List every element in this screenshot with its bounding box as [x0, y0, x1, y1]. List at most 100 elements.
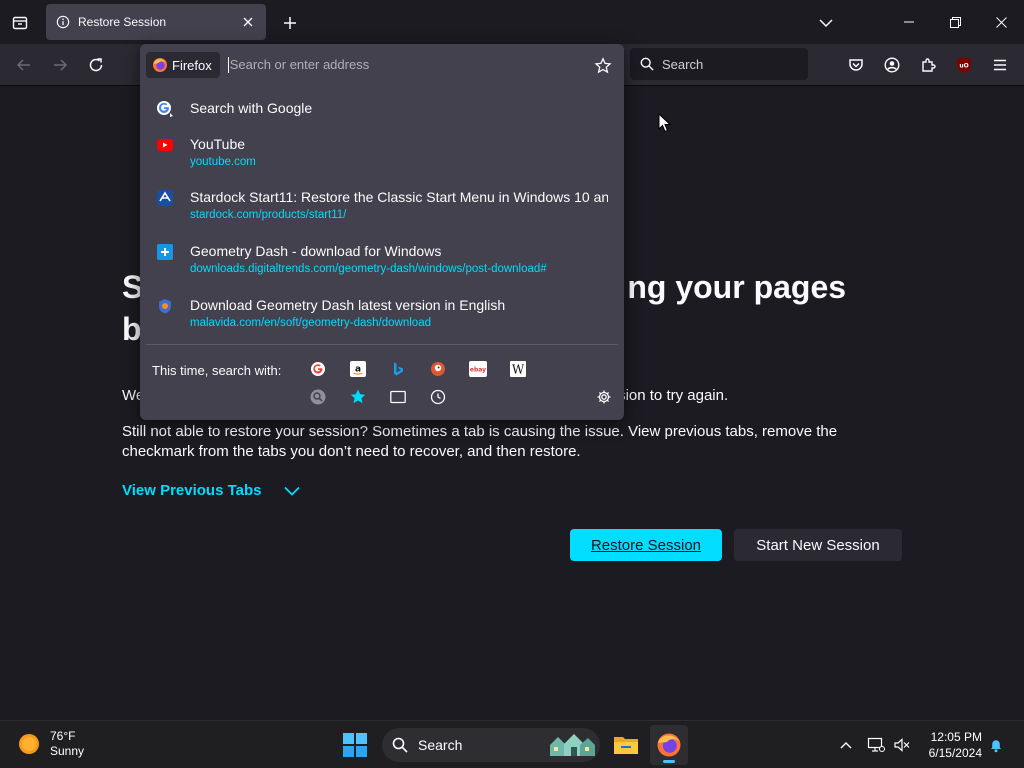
one-off-search-engine[interactable] — [308, 387, 328, 407]
restore-session-button[interactable]: Restore Session — [570, 529, 722, 561]
wikipedia-icon: W — [510, 361, 526, 377]
close-icon — [995, 16, 1007, 28]
result-title: YouTube — [190, 136, 246, 152]
page-title-part: ng your pages — [627, 269, 847, 305]
minimize-icon — [904, 21, 914, 23]
one-off-wikipedia[interactable]: W — [508, 359, 528, 379]
app-menu-button[interactable] — [986, 51, 1014, 79]
star-icon[interactable] — [594, 57, 612, 75]
firefox-taskbar-button[interactable] — [650, 725, 688, 765]
puzzle-icon — [922, 58, 936, 72]
firefox-logo-icon — [153, 58, 167, 72]
clock-date: 6/15/2024 — [928, 746, 982, 760]
search-icon — [392, 737, 408, 753]
tabs-icon — [390, 390, 406, 404]
urlbar-result[interactable]: Stardock Start11: Restore the Classic St… — [150, 189, 616, 225]
new-tab-button[interactable] — [276, 9, 304, 37]
one-off-duckduckgo[interactable] — [428, 359, 448, 379]
volume-muted-icon — [894, 738, 910, 752]
one-off-amazon[interactable]: a — [348, 359, 368, 379]
file-explorer-button[interactable] — [610, 729, 642, 761]
search-icon — [640, 57, 654, 71]
pocket-button[interactable] — [842, 51, 870, 79]
minimize-button[interactable] — [886, 0, 932, 44]
close-window-button[interactable] — [978, 0, 1024, 44]
search-settings-button[interactable] — [594, 387, 614, 407]
amazon-icon: a — [350, 361, 366, 377]
windows-start-icon[interactable] — [342, 732, 368, 758]
arrow-right-icon — [54, 59, 68, 71]
urlbar-result[interactable]: Search with Google — [150, 100, 616, 120]
network-status-button[interactable] — [866, 735, 886, 755]
one-off-google[interactable] — [308, 359, 328, 379]
identity-box[interactable]: Firefox — [146, 52, 220, 78]
google-search-icon — [157, 101, 173, 117]
firefox-view-button[interactable] — [6, 9, 34, 37]
taskbar-search[interactable]: Search — [382, 728, 600, 762]
urlbar-result[interactable]: Download Geometry Dash latest version in… — [150, 297, 616, 333]
clock-time: 12:05 PM — [930, 730, 982, 744]
one-off-ebay[interactable]: ebay — [468, 359, 488, 379]
chevron-down-icon — [283, 486, 300, 496]
one-off-bookmarks[interactable] — [348, 387, 368, 407]
start-new-session-button[interactable]: Start New Session — [734, 529, 902, 561]
urlbar-result[interactable]: YouTube youtube.com — [150, 136, 616, 172]
show-hidden-icons-button[interactable] — [836, 735, 856, 755]
urlbar[interactable]: Firefox Search or enter address — [146, 50, 618, 80]
tab-close-button[interactable] — [240, 14, 256, 30]
identity-label: Firefox — [172, 57, 212, 73]
tab-strip: Restore Session — [0, 0, 1024, 44]
one-off-history[interactable] — [428, 387, 448, 407]
svg-text:a: a — [355, 365, 361, 375]
taskbar-search-label: Search — [418, 737, 463, 753]
notifications-button[interactable] — [986, 735, 1006, 755]
address-input[interactable]: Search or enter address — [227, 57, 618, 73]
list-all-tabs-button[interactable] — [812, 9, 840, 37]
extensions-button[interactable] — [914, 51, 942, 79]
account-button[interactable] — [878, 51, 906, 79]
svg-text:ebay: ebay — [470, 367, 486, 374]
ublock-origin-button[interactable]: uO — [950, 51, 978, 79]
taskbar-clock[interactable]: 12:05 PM 6/15/2024 — [918, 729, 982, 761]
bookmarks-icon — [350, 389, 366, 404]
chevron-down-icon — [819, 19, 833, 28]
weather-temperature: 76°F — [50, 729, 76, 743]
tab-restore-session[interactable]: Restore Session — [46, 4, 266, 40]
close-icon — [243, 17, 253, 27]
one-off-tabs[interactable] — [388, 387, 408, 407]
reload-icon — [89, 58, 103, 72]
reload-button[interactable] — [82, 51, 110, 79]
malavida-icon — [159, 299, 171, 314]
one-off-bing[interactable] — [388, 359, 408, 379]
volume-button[interactable] — [892, 735, 912, 755]
google-icon — [311, 362, 325, 376]
ebay-icon: ebay — [469, 361, 487, 377]
result-url: stardock.com/products/start11/ — [190, 209, 347, 221]
page-help-text: Still not able to restore your session? … — [122, 423, 838, 460]
sun-icon — [19, 734, 39, 754]
pocket-icon — [849, 59, 863, 71]
tab-title: Restore Session — [78, 15, 167, 29]
account-icon — [884, 57, 900, 73]
mouse-cursor-icon — [658, 113, 672, 133]
hamburger-icon — [994, 59, 1006, 71]
one-off-search-label: This time, search with: — [152, 363, 282, 378]
info-icon — [56, 15, 70, 29]
taskbar: 76°F Sunny Search 12:05 PM 6/15/2024 — [0, 720, 1024, 768]
firefox-logo-icon — [657, 733, 681, 757]
svg-text:uO: uO — [959, 63, 968, 70]
search-highlight-houses-icon — [550, 734, 595, 756]
restore-window-button[interactable] — [932, 0, 978, 44]
result-title: Geometry Dash - download for Windows — [190, 243, 442, 259]
urlbar-result[interactable]: Geometry Dash - download for Windows dow… — [150, 243, 616, 279]
bing-icon — [394, 362, 403, 376]
folder-icon — [614, 737, 638, 754]
search-bar[interactable]: Search — [630, 48, 808, 80]
view-previous-tabs-toggle[interactable]: View Previous Tabs — [122, 482, 300, 499]
weather-widget[interactable]: 76°F Sunny — [18, 729, 84, 759]
result-url: malavida.com/en/soft/geometry-dash/downl… — [190, 317, 431, 329]
forward-button[interactable] — [46, 51, 74, 79]
firefox-view-icon — [12, 16, 28, 30]
back-button[interactable] — [10, 51, 38, 79]
result-title: Stardock Start11: Restore the Classic St… — [190, 189, 608, 205]
